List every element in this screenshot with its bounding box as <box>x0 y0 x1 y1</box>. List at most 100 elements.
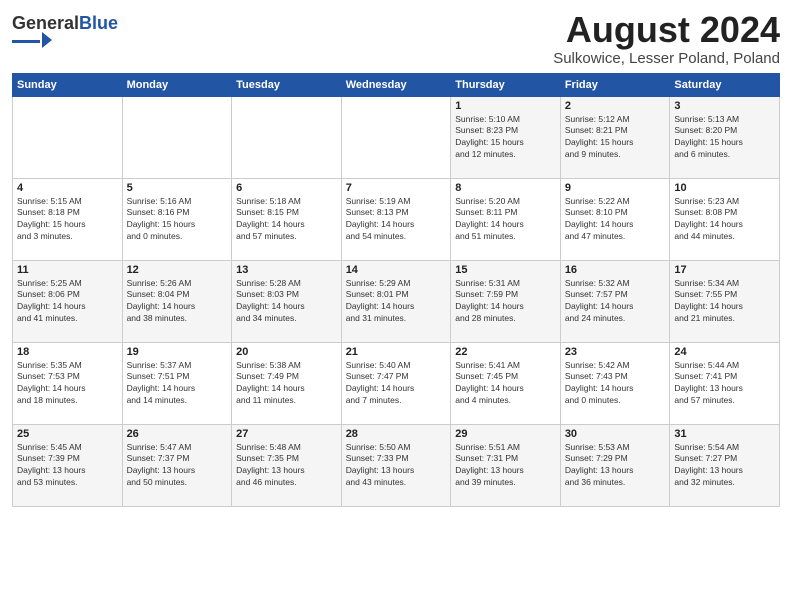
day-number: 1 <box>455 100 556 112</box>
header: GeneralBlue August 2024 Sulkowice, Lesse… <box>12 10 780 67</box>
table-row <box>341 96 451 178</box>
table-row <box>122 96 232 178</box>
day-info: Sunrise: 5:44 AM Sunset: 7:41 PM Dayligh… <box>674 360 775 408</box>
table-row: 18Sunrise: 5:35 AM Sunset: 7:53 PM Dayli… <box>13 342 123 424</box>
location: Sulkowice, Lesser Poland, Poland <box>553 50 780 67</box>
table-row: 22Sunrise: 5:41 AM Sunset: 7:45 PM Dayli… <box>451 342 561 424</box>
table-row: 11Sunrise: 5:25 AM Sunset: 8:06 PM Dayli… <box>13 260 123 342</box>
day-info: Sunrise: 5:19 AM Sunset: 8:13 PM Dayligh… <box>346 196 447 244</box>
table-row: 29 Sunrise: 5:51 AM Sunset: 7:31 PM Dayli… <box>451 424 561 506</box>
table-row: 4Sunrise: 5:15 AM Sunset: 8:18 PM Daylig… <box>13 178 123 260</box>
day-info: Sunrise: 5:38 AM Sunset: 7:49 PM Dayligh… <box>236 360 337 408</box>
logo-line <box>12 40 40 43</box>
col-wednesday: Wednesday <box>341 73 451 96</box>
title-block: August 2024 Sulkowice, Lesser Poland, Po… <box>553 10 780 67</box>
table-row: 21 Sunrise: 5:40 AM Sunset: 7:47 PM Dayli… <box>341 342 451 424</box>
day-number: 17 <box>674 264 775 276</box>
day-info: Sunrise: 5:26 AM Sunset: 8:04 PM Dayligh… <box>127 278 228 326</box>
header-row: Sunday Monday Tuesday Wednesday Thursday… <box>13 73 780 96</box>
day-info: Sunrise: 5:13 AM Sunset: 8:20 PM Dayligh… <box>674 114 775 162</box>
table-row: 5Sunrise: 5:16 AM Sunset: 8:16 PM Daylig… <box>122 178 232 260</box>
table-row: 30Sunrise: 5:53 AM Sunset: 7:29 PM Dayli… <box>560 424 670 506</box>
table-row <box>13 96 123 178</box>
day-number: 24 <box>674 346 775 358</box>
logo-blue-text: Blue <box>79 13 118 33</box>
day-info: Sunrise: 5:22 AM Sunset: 8:10 PM Dayligh… <box>565 196 666 244</box>
table-row <box>232 96 342 178</box>
day-number: 4 <box>17 182 118 194</box>
day-number: 8 <box>455 182 556 194</box>
table-row: 2 Sunrise: 5:12 AM Sunset: 8:21 PM Daylig… <box>560 96 670 178</box>
day-number: 14 <box>346 264 447 276</box>
table-row: 31 Sunrise: 5:54 AM Sunset: 7:27 PM Dayli… <box>670 424 780 506</box>
day-number: 10 <box>674 182 775 194</box>
table-row: 20 Sunrise: 5:38 AM Sunset: 7:49 PM Dayli… <box>232 342 342 424</box>
day-info: Sunrise: 5:31 AM Sunset: 7:59 PM Dayligh… <box>455 278 556 326</box>
col-saturday: Saturday <box>670 73 780 96</box>
page-container: GeneralBlue August 2024 Sulkowice, Lesse… <box>0 0 792 515</box>
logo-arrow-icon <box>42 32 52 48</box>
table-row: 6Sunrise: 5:18 AM Sunset: 8:15 PM Daylig… <box>232 178 342 260</box>
day-number: 15 <box>455 264 556 276</box>
table-row: 13 Sunrise: 5:28 AM Sunset: 8:03 PM Dayli… <box>232 260 342 342</box>
day-info: Sunrise: 5:54 AM Sunset: 7:27 PM Dayligh… <box>674 442 775 490</box>
day-number: 28 <box>346 428 447 440</box>
day-info: Sunrise: 5:41 AM Sunset: 7:45 PM Dayligh… <box>455 360 556 408</box>
table-row: 23Sunrise: 5:42 AM Sunset: 7:43 PM Dayli… <box>560 342 670 424</box>
day-info: Sunrise: 5:12 AM Sunset: 8:21 PM Dayligh… <box>565 114 666 162</box>
day-number: 6 <box>236 182 337 194</box>
day-info: Sunrise: 5:37 AM Sunset: 7:51 PM Dayligh… <box>127 360 228 408</box>
calendar-table: Sunday Monday Tuesday Wednesday Thursday… <box>12 73 780 507</box>
day-info: Sunrise: 5:51 AM Sunset: 7:31 PM Dayligh… <box>455 442 556 490</box>
table-row: 17 Sunrise: 5:34 AM Sunset: 7:55 PM Dayli… <box>670 260 780 342</box>
table-row: 28 Sunrise: 5:50 AM Sunset: 7:33 PM Dayli… <box>341 424 451 506</box>
day-info: Sunrise: 5:10 AM Sunset: 8:23 PM Dayligh… <box>455 114 556 162</box>
day-number: 12 <box>127 264 228 276</box>
day-number: 19 <box>127 346 228 358</box>
day-number: 16 <box>565 264 666 276</box>
day-info: Sunrise: 5:29 AM Sunset: 8:01 PM Dayligh… <box>346 278 447 326</box>
day-number: 25 <box>17 428 118 440</box>
table-row: 26 Sunrise: 5:47 AM Sunset: 7:37 PM Dayli… <box>122 424 232 506</box>
logo: GeneralBlue <box>12 14 118 48</box>
day-number: 9 <box>565 182 666 194</box>
day-number: 26 <box>127 428 228 440</box>
day-number: 30 <box>565 428 666 440</box>
table-row: 19 Sunrise: 5:37 AM Sunset: 7:51 PM Dayli… <box>122 342 232 424</box>
day-info: Sunrise: 5:40 AM Sunset: 7:47 PM Dayligh… <box>346 360 447 408</box>
table-row: 7 Sunrise: 5:19 AM Sunset: 8:13 PM Daylig… <box>341 178 451 260</box>
day-number: 27 <box>236 428 337 440</box>
day-number: 31 <box>674 428 775 440</box>
col-sunday: Sunday <box>13 73 123 96</box>
table-row: 10 Sunrise: 5:23 AM Sunset: 8:08 PM Dayli… <box>670 178 780 260</box>
day-info: Sunrise: 5:35 AM Sunset: 7:53 PM Dayligh… <box>17 360 118 408</box>
table-row: 14 Sunrise: 5:29 AM Sunset: 8:01 PM Dayli… <box>341 260 451 342</box>
table-row: 1 Sunrise: 5:10 AM Sunset: 8:23 PM Daylig… <box>451 96 561 178</box>
day-number: 2 <box>565 100 666 112</box>
day-info: Sunrise: 5:20 AM Sunset: 8:11 PM Dayligh… <box>455 196 556 244</box>
day-info: Sunrise: 5:34 AM Sunset: 7:55 PM Dayligh… <box>674 278 775 326</box>
day-number: 20 <box>236 346 337 358</box>
table-row: 25 Sunrise: 5:45 AM Sunset: 7:39 PM Dayli… <box>13 424 123 506</box>
table-row: 27Sunrise: 5:48 AM Sunset: 7:35 PM Dayli… <box>232 424 342 506</box>
month-title: August 2024 <box>553 10 780 50</box>
day-number: 21 <box>346 346 447 358</box>
day-info: Sunrise: 5:45 AM Sunset: 7:39 PM Dayligh… <box>17 442 118 490</box>
table-row: 9 Sunrise: 5:22 AM Sunset: 8:10 PM Daylig… <box>560 178 670 260</box>
day-info: Sunrise: 5:28 AM Sunset: 8:03 PM Dayligh… <box>236 278 337 326</box>
day-info: Sunrise: 5:32 AM Sunset: 7:57 PM Dayligh… <box>565 278 666 326</box>
col-friday: Friday <box>560 73 670 96</box>
day-number: 29 <box>455 428 556 440</box>
day-info: Sunrise: 5:23 AM Sunset: 8:08 PM Dayligh… <box>674 196 775 244</box>
day-number: 7 <box>346 182 447 194</box>
day-number: 11 <box>17 264 118 276</box>
table-row: 12 Sunrise: 5:26 AM Sunset: 8:04 PM Dayli… <box>122 260 232 342</box>
col-thursday: Thursday <box>451 73 561 96</box>
logo-general-text: General <box>12 13 79 33</box>
day-info: Sunrise: 5:50 AM Sunset: 7:33 PM Dayligh… <box>346 442 447 490</box>
day-info: Sunrise: 5:47 AM Sunset: 7:37 PM Dayligh… <box>127 442 228 490</box>
col-tuesday: Tuesday <box>232 73 342 96</box>
day-number: 13 <box>236 264 337 276</box>
table-row: 15 Sunrise: 5:31 AM Sunset: 7:59 PM Dayli… <box>451 260 561 342</box>
day-info: Sunrise: 5:16 AM Sunset: 8:16 PM Dayligh… <box>127 196 228 244</box>
